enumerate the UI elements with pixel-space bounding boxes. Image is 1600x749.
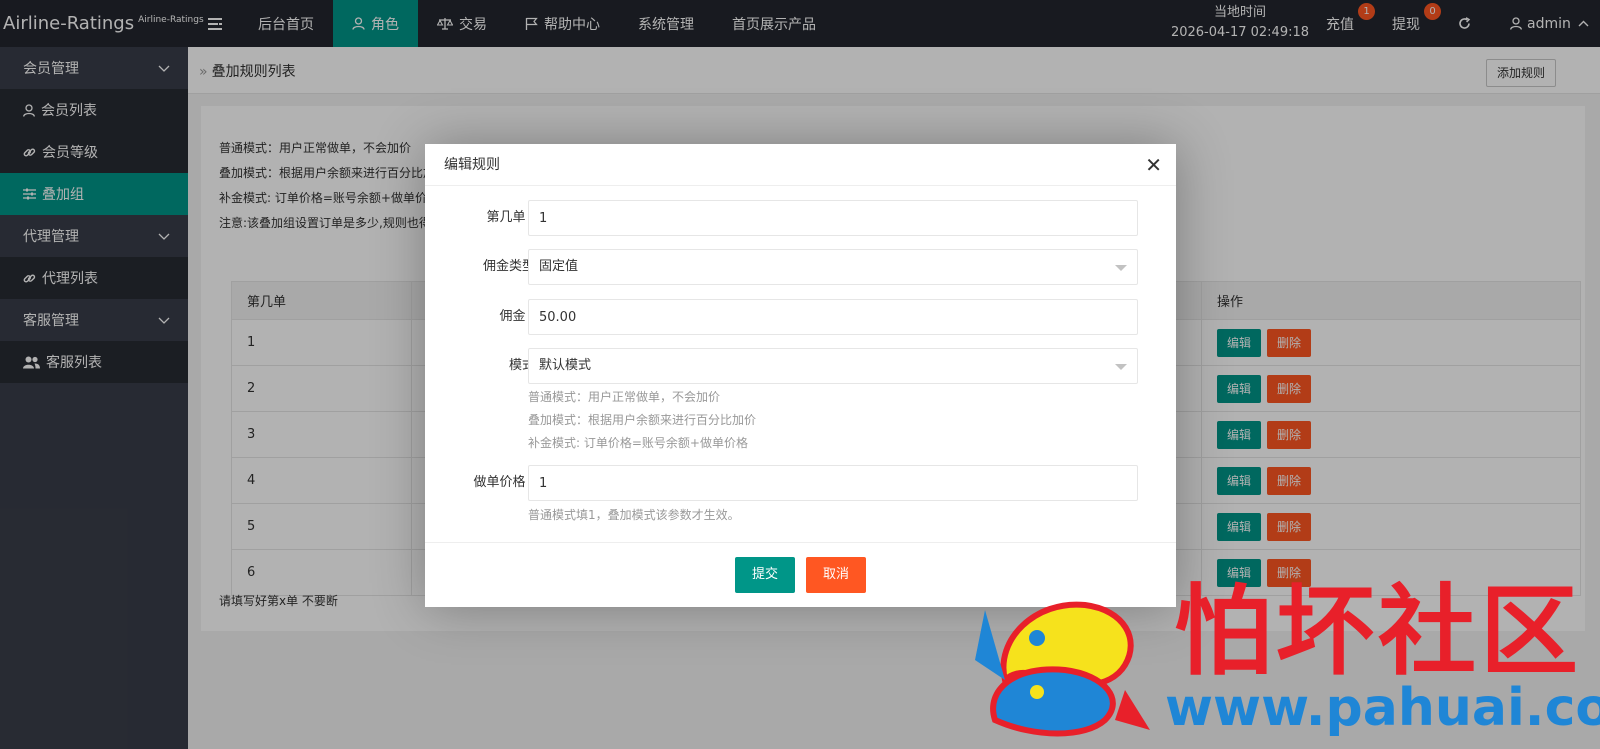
submit-button[interactable]: 提交 — [735, 557, 795, 593]
fish-logo-icon — [975, 601, 1150, 737]
mode-hint-stack: 叠加模式：根据用户余额来进行百分比加价 — [528, 413, 757, 427]
type-label: 佣金类型 — [482, 259, 535, 274]
commission-label: 佣金* — [445, 299, 535, 335]
select-arrow-icon — [1115, 265, 1127, 271]
mode-hint-normal: 普通模式：用户正常做单，不会加价 — [528, 390, 721, 404]
price-hint: 普通模式填1，叠加模式该参数才生效。 — [528, 508, 740, 522]
price-label: 做单价格* — [445, 465, 535, 501]
select-arrow-icon — [1115, 364, 1127, 370]
watermark-title: 怕坏社区 — [1174, 574, 1583, 689]
cancel-button[interactable]: 取消 — [806, 557, 866, 593]
mode-label: 模式 — [508, 358, 535, 373]
commission-type-select[interactable]: 固定值 — [528, 249, 1138, 285]
order-input[interactable] — [528, 200, 1138, 236]
modal-header: 编辑规则 ✕ — [425, 144, 1176, 186]
modal-title: 编辑规则 — [444, 157, 500, 173]
order-label: 第几单* — [445, 200, 535, 236]
watermark-url: www.pahuai.com — [1165, 678, 1600, 738]
mode-value: 默认模式 — [539, 358, 592, 373]
watermark: 怕坏社区 www.pahuai.com — [975, 574, 1600, 744]
mode-select[interactable]: 默认模式 — [528, 348, 1138, 384]
close-icon[interactable]: ✕ — [1145, 144, 1162, 186]
commission-input[interactable] — [528, 299, 1138, 335]
commission-type-value: 固定值 — [539, 259, 579, 274]
mode-hint-topup: 补金模式: 订单价格=账号余额+做单价格 — [528, 436, 748, 450]
price-input[interactable] — [528, 465, 1138, 501]
edit-rule-modal: 编辑规则 ✕ 第几单* 佣金类型 固定值 佣金* 模式 默认模式 普通模式：用户… — [425, 144, 1176, 607]
